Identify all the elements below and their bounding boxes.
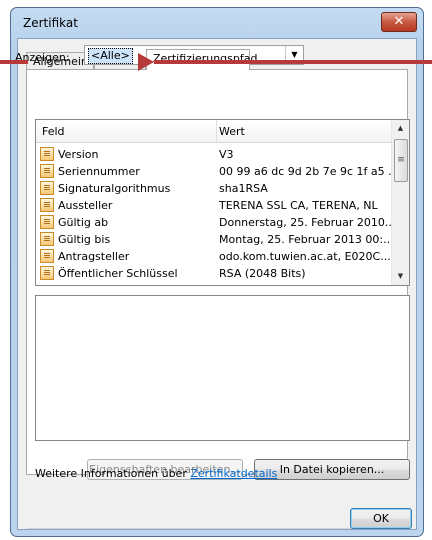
copy-to-file-button[interactable]: In Datei kopieren... [254,459,410,480]
table-row[interactable]: Signaturalgorithmus sha1RSA [36,180,393,197]
scrollbar-thumb[interactable]: ≡ [394,139,408,182]
certificate-field-icon [40,147,54,161]
annotation-arrow-right [154,60,432,64]
close-icon: ✕ [393,14,405,29]
scroll-down-icon[interactable]: ▼ [392,268,409,285]
certificate-field-icon [40,198,54,212]
ok-button[interactable]: OK [350,508,412,529]
more-info-text: Weitere Informationen über [35,467,191,480]
arrow-head-icon [138,53,154,71]
table-row[interactable]: Gültig ab Donnerstag, 25. Februar 2010..… [36,214,393,231]
certificate-field-icon [40,215,54,229]
scroll-up-icon[interactable]: ▲ [392,120,409,137]
row-field: Antragsteller [58,250,130,263]
column-separator [216,120,217,142]
more-info-line: Weitere Informationen über Zertifikatdet… [35,467,277,480]
window-title: Zertifikat [23,16,78,30]
row-value: odo.kom.tuwien.ac.at, E020C... [219,250,391,263]
fields-listview[interactable]: Feld Wert Version V3 Seriennummer 00 99 … [35,119,410,286]
row-field: Gültig bis [58,233,111,246]
listview-header: Feld Wert [36,120,393,143]
listview-scrollbar[interactable]: ▲ ≡ ▼ [391,120,409,285]
certificate-field-icon [40,232,54,246]
row-field: Öffentlicher Schlüssel [58,267,178,280]
certificate-field-icon [40,249,54,263]
certificate-details-link[interactable]: Zertifikatdetails [190,467,277,480]
row-value: TERENA SSL CA, TERENA, NL [219,199,378,212]
certificate-field-icon [40,164,54,178]
close-button[interactable]: ✕ [381,12,417,32]
row-field: Aussteller [58,199,113,212]
table-row[interactable]: Antragsteller odo.kom.tuwien.ac.at, E020… [36,248,393,265]
anzeigen-select-value: <Alle> [88,48,133,64]
row-value: Montag, 25. Februar 2013 00:... [219,233,391,246]
table-row[interactable]: Öffentlicher Schlüssel RSA (2048 Bits) [36,265,393,282]
row-value: Donnerstag, 25. Februar 2010... [219,216,391,229]
column-feld[interactable]: Feld [42,125,65,138]
column-wert[interactable]: Wert [219,125,245,138]
row-value: 00 99 a6 dc 9d 2b 7e 9c 1f a5 ... [219,165,391,178]
table-row[interactable]: Gültig bis Montag, 25. Februar 2013 00:.… [36,231,393,248]
table-row[interactable]: Aussteller TERENA SSL CA, TERENA, NL [36,197,393,214]
table-row[interactable]: Seriennummer 00 99 a6 dc 9d 2b 7e 9c 1f … [36,163,393,180]
annotation-arrow-left [0,60,28,64]
row-field: Seriennummer [58,165,140,178]
table-row[interactable]: Version V3 [36,146,393,163]
certificate-field-icon [40,181,54,195]
row-value: V3 [219,148,234,161]
row-field: Signaturalgorithmus [58,182,171,195]
certificate-field-icon [40,266,54,280]
row-field: Gültig ab [58,216,109,229]
field-detail-box[interactable] [35,295,410,441]
row-value: sha1RSA [219,182,268,195]
row-value: RSA (2048 Bits) [219,267,306,280]
row-field: Version [58,148,99,161]
